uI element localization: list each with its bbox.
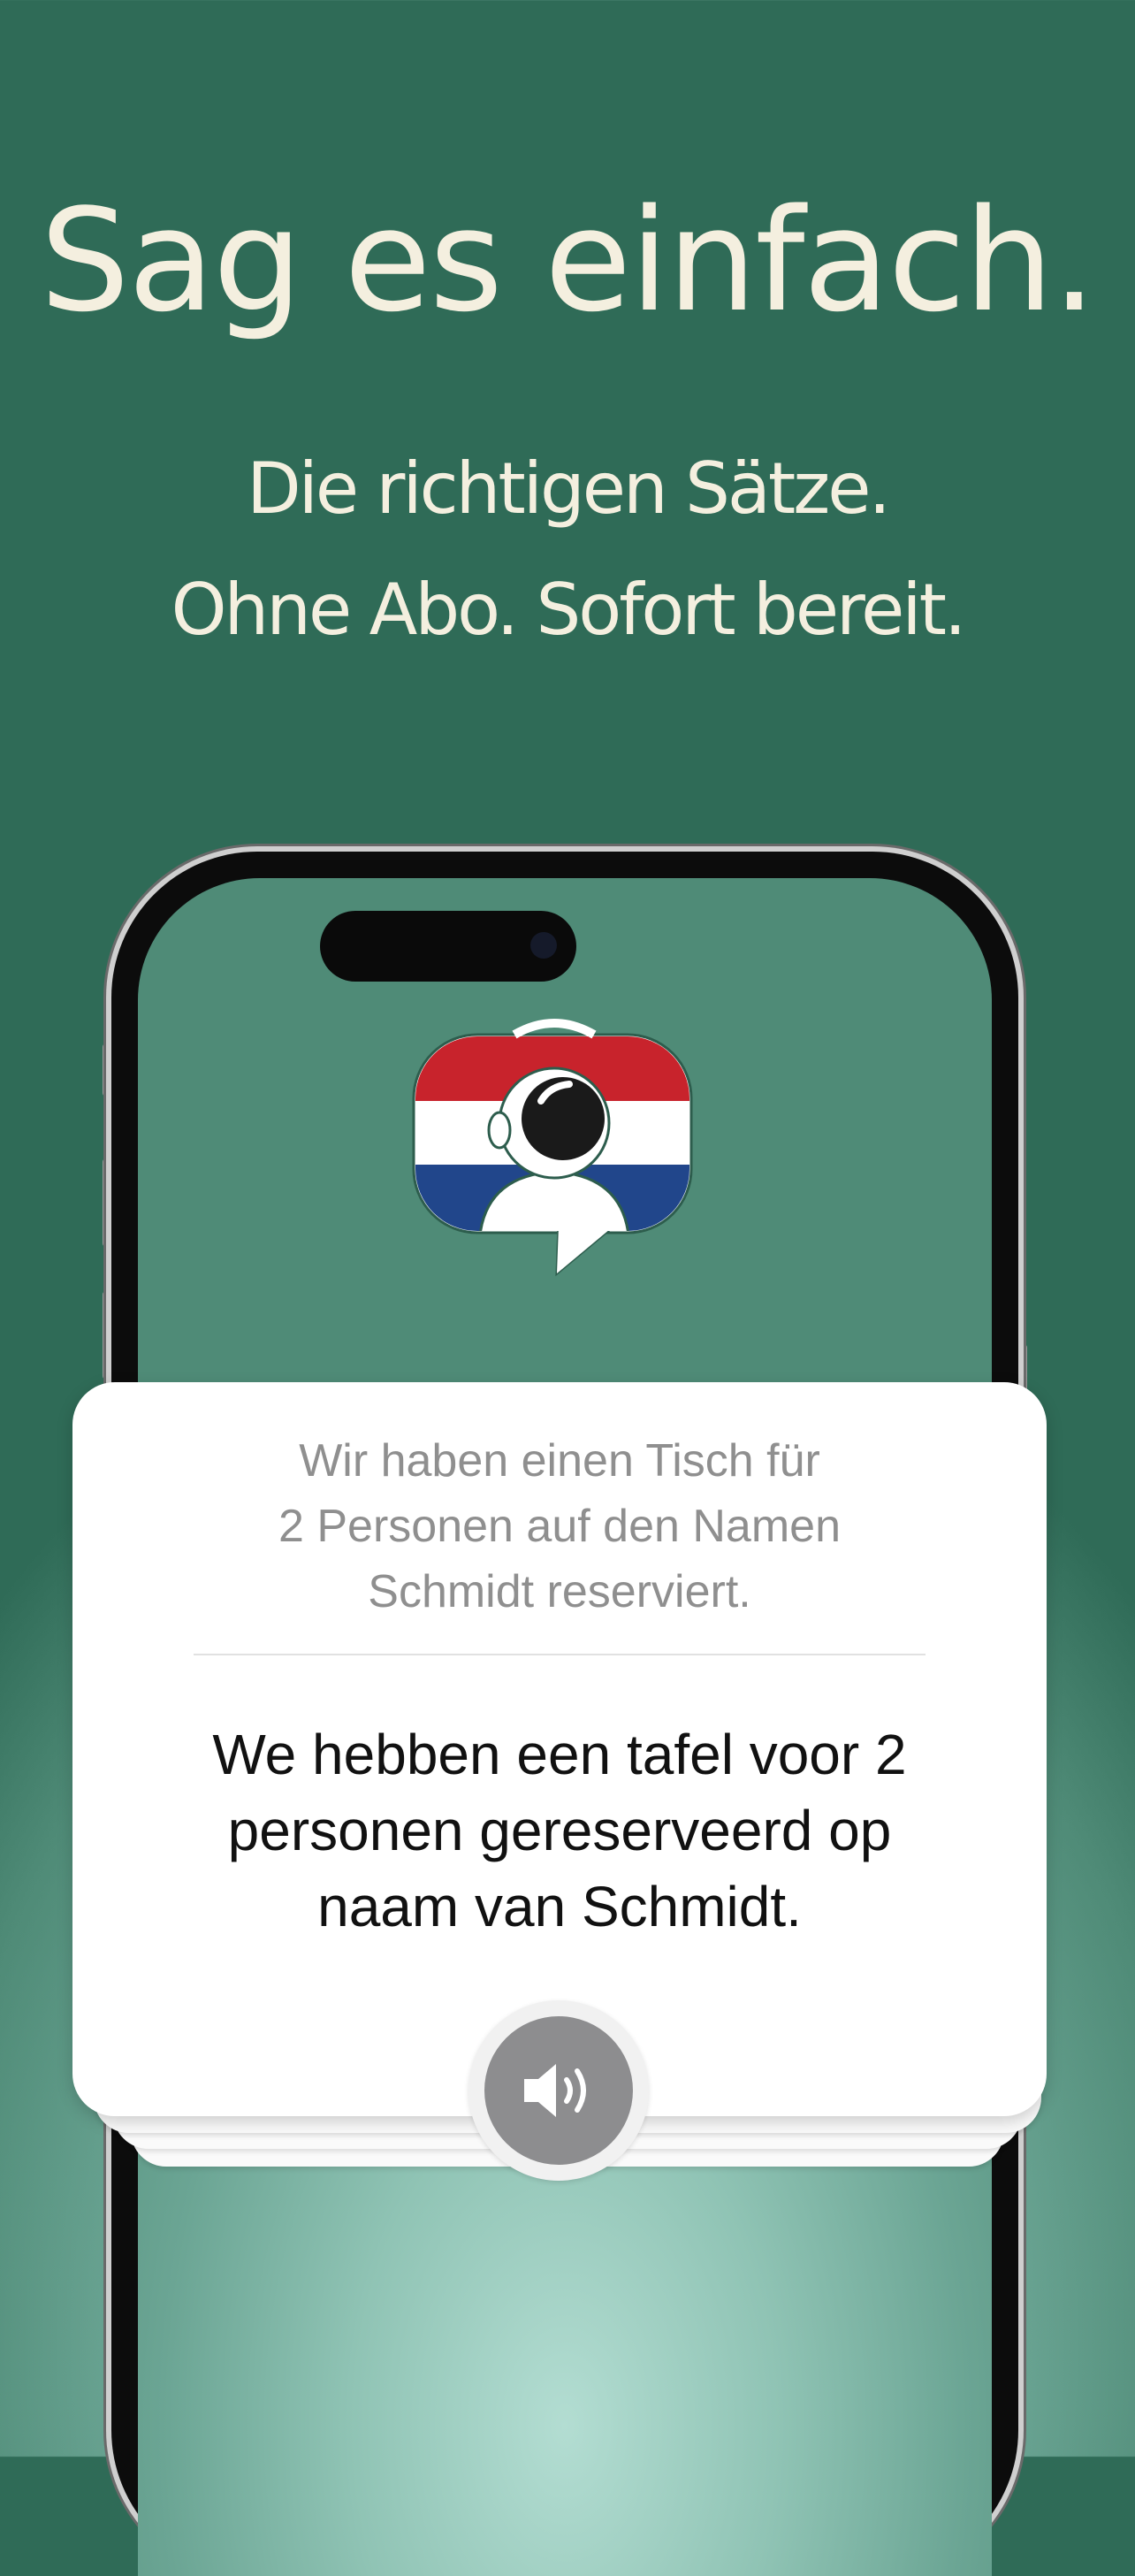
target-line: We hebben een tafel voor 2 xyxy=(212,1723,907,1786)
target-line: naam van Schmidt. xyxy=(317,1875,802,1938)
source-line: 2 Personen auf den Namen xyxy=(278,1501,841,1552)
source-phrase: Wir haben einen Tisch für 2 Personen auf… xyxy=(72,1428,1047,1624)
front-camera xyxy=(530,932,557,959)
subtitle-line-1: Die richtigen Sätze. xyxy=(247,447,891,530)
phone-volume-down-button xyxy=(103,1291,110,1380)
headline: Sag es einfach. xyxy=(40,178,1097,343)
source-line: Wir haben einen Tisch für xyxy=(299,1435,820,1487)
subtitle-line-2: Ohne Abo. Sofort bereit. xyxy=(171,569,967,651)
phone-volume-up-button xyxy=(103,1158,110,1247)
translated-phrase: We hebben een tafel voor 2 personen gere… xyxy=(72,1716,1047,1945)
app-icon xyxy=(412,1019,693,1277)
play-audio-button[interactable] xyxy=(484,2016,633,2165)
source-line: Schmidt reserviert. xyxy=(368,1566,751,1617)
speaker-icon xyxy=(524,2064,586,2117)
dynamic-island xyxy=(320,911,576,982)
phone-silent-switch xyxy=(103,1043,110,1097)
target-line: personen gereserveerd op xyxy=(227,1799,892,1862)
divider xyxy=(194,1654,926,1655)
